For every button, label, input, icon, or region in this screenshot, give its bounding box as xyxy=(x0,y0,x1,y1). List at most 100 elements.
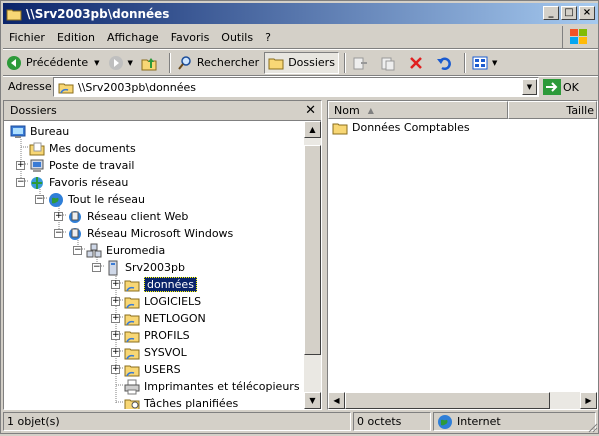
forward-arrow-icon xyxy=(108,55,124,71)
tree-label: NETLOGON xyxy=(144,312,206,325)
search-icon xyxy=(177,55,193,71)
tree-label: Mes documents xyxy=(49,142,136,155)
collapse-icon[interactable]: − xyxy=(54,229,63,238)
up-folder-button[interactable] xyxy=(138,52,164,74)
undo-button[interactable] xyxy=(433,52,459,74)
scroll-thumb[interactable] xyxy=(345,392,550,409)
chevron-down-icon[interactable]: ▼ xyxy=(492,59,497,67)
menu-affichage[interactable]: Affichage xyxy=(101,31,165,44)
tree-item-netlogon[interactable]: NETLOGON xyxy=(124,310,206,327)
menu-outils[interactable]: Outils xyxy=(215,31,259,44)
tree-item-mes-documents[interactable]: Mes documents xyxy=(29,140,136,157)
up-folder-icon xyxy=(141,55,157,71)
search-label: Rechercher xyxy=(196,56,260,69)
forward-button[interactable]: ▼ xyxy=(105,52,136,74)
collapse-icon[interactable]: − xyxy=(35,195,44,204)
tree-label: Bureau xyxy=(30,125,70,138)
menu-fichier[interactable]: Fichier xyxy=(3,31,51,44)
column-name-label: Nom xyxy=(334,103,360,117)
expand-icon[interactable]: + xyxy=(16,161,25,170)
title-bar[interactable]: \\Srv2003pb\données _ □ × xyxy=(3,3,598,24)
folders-pane-title: Dossiers xyxy=(10,104,57,117)
tree-item-profils[interactable]: PROFILS xyxy=(124,327,190,344)
column-header-size[interactable]: Taille xyxy=(508,101,597,119)
scroll-up-icon[interactable]: ▲ xyxy=(304,121,321,138)
move-to-button[interactable] xyxy=(349,52,375,74)
close-button[interactable]: × xyxy=(579,6,595,20)
tree-item-srv2003pb[interactable]: Srv2003pb xyxy=(105,259,185,276)
scroll-thumb[interactable] xyxy=(304,145,321,355)
printer-icon xyxy=(124,379,140,395)
minimize-button[interactable]: _ xyxy=(543,6,559,20)
tree-item-poste-de-travail[interactable]: Poste de travail xyxy=(29,157,134,174)
tree-item-taches-planifiees[interactable]: Tâches planifiées xyxy=(124,395,238,409)
close-icon[interactable]: ✕ xyxy=(305,103,316,118)
toolbar-separator xyxy=(168,52,171,73)
toolbar: Précédente ▼ ▼ Rechercher Dossiers ▼ xyxy=(3,50,598,75)
folders-scrollbar[interactable]: ▲ ▼ xyxy=(304,121,321,409)
move-to-icon xyxy=(352,55,368,71)
share-folder-icon xyxy=(124,294,140,310)
tree-label: Réseau Microsoft Windows xyxy=(87,227,234,240)
maximize-button[interactable]: □ xyxy=(561,6,577,20)
collapse-icon[interactable]: − xyxy=(16,178,25,187)
address-dropdown-button[interactable]: ▼ xyxy=(522,79,537,95)
expand-icon[interactable]: + xyxy=(111,331,120,340)
expand-icon[interactable]: + xyxy=(111,348,120,357)
copy-to-button[interactable] xyxy=(377,52,403,74)
scroll-right-icon[interactable]: ▶ xyxy=(580,392,597,409)
menu-edition[interactable]: Edition xyxy=(51,31,101,44)
status-count-text: 1 objet(s) xyxy=(7,415,60,428)
expand-icon[interactable]: + xyxy=(111,314,120,323)
status-size: 0 octets xyxy=(353,412,431,431)
undo-icon xyxy=(436,55,452,71)
list-item-name: Données Comptables xyxy=(352,121,470,134)
window-title: \\Srv2003pb\données xyxy=(26,6,170,21)
expand-icon[interactable]: + xyxy=(111,297,120,306)
expand-icon[interactable]: + xyxy=(54,212,63,221)
folders-button[interactable]: Dossiers xyxy=(264,51,339,74)
folders-pane-header: Dossiers ✕ xyxy=(4,101,321,121)
folder-icon xyxy=(6,7,22,21)
resize-grip-icon[interactable] xyxy=(586,421,598,433)
address-label: Adresse xyxy=(8,80,52,93)
expand-icon[interactable]: + xyxy=(111,365,120,374)
chevron-down-icon[interactable]: ▼ xyxy=(94,59,99,67)
menu-favoris[interactable]: Favoris xyxy=(165,31,216,44)
share-folder-icon xyxy=(124,362,140,378)
search-button[interactable]: Rechercher xyxy=(174,52,262,74)
tree-item-logiciels[interactable]: LOGICIELS xyxy=(124,293,201,310)
file-list-pane: Nom ▲ Taille Données Comptables ◀ ▶ xyxy=(327,100,598,410)
tree-item-favoris-reseau[interactable]: Favoris réseau xyxy=(29,174,128,191)
go-button[interactable]: OK xyxy=(543,76,579,98)
scroll-down-icon[interactable]: ▼ xyxy=(304,392,321,409)
address-input[interactable]: \\Srv2003pb\données ▼ xyxy=(53,77,539,97)
tree-item-bureau[interactable]: Bureau xyxy=(10,123,69,140)
toolbar-separator xyxy=(343,52,346,73)
tree-item-reseau-microsoft-windows[interactable]: Réseau Microsoft Windows xyxy=(67,225,233,242)
tree-item-users[interactable]: USERS xyxy=(124,361,181,378)
tree-item-donnees[interactable]: données xyxy=(124,276,197,293)
column-header-name[interactable]: Nom ▲ xyxy=(328,101,508,119)
server-icon xyxy=(105,260,121,276)
delete-button[interactable] xyxy=(405,52,431,74)
tree-item-reseau-client-web[interactable]: Réseau client Web xyxy=(67,208,188,225)
folders-pane: Dossiers ✕ Bureau Mes documents + Poste … xyxy=(3,100,322,410)
chevron-down-icon[interactable]: ▼ xyxy=(128,59,133,67)
sort-ascending-icon: ▲ xyxy=(367,105,374,115)
tree-item-euromedia[interactable]: Euromedia xyxy=(86,242,165,259)
expand-icon[interactable]: + xyxy=(111,280,120,289)
collapse-icon[interactable]: − xyxy=(92,263,101,272)
list-item[interactable]: Données Comptables xyxy=(332,119,470,136)
menu-help[interactable]: ? xyxy=(259,31,277,44)
tree-item-sysvol[interactable]: SYSVOL xyxy=(124,344,187,361)
views-icon xyxy=(472,55,488,71)
views-button[interactable]: ▼ xyxy=(469,52,500,74)
file-list-scrollbar[interactable]: ◀ ▶ xyxy=(328,392,597,409)
collapse-icon[interactable]: − xyxy=(73,246,82,255)
tree-item-imprimantes[interactable]: Imprimantes et télécopieurs xyxy=(124,378,300,395)
folders-icon xyxy=(268,55,284,71)
back-button[interactable]: Précédente ▼ xyxy=(3,52,103,74)
scroll-left-icon[interactable]: ◀ xyxy=(328,392,345,409)
tree-item-tout-le-reseau[interactable]: Tout le réseau xyxy=(48,191,145,208)
